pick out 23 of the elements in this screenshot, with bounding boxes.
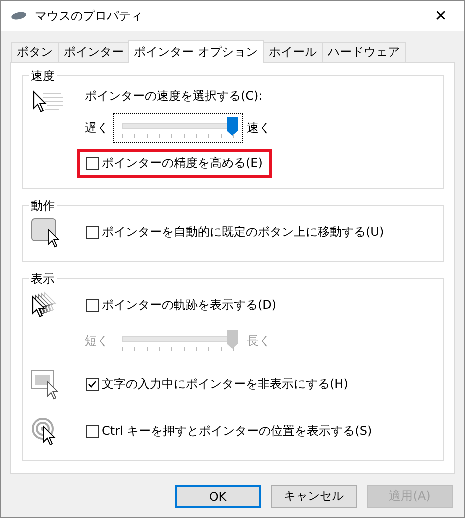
- dialog-button[interactable]: OK: [175, 485, 261, 508]
- speed-label: ポインターの速度を選択する(C):: [85, 88, 264, 105]
- slider-min-label: 遅く: [85, 120, 109, 136]
- slider[interactable]: [113, 113, 243, 143]
- checkbox[interactable]: ポインターの軌跡を表示する(D): [86, 297, 277, 314]
- slider-max-label: 長く: [247, 332, 271, 350]
- group-legend: 動作: [29, 198, 57, 215]
- checkbox[interactable]: ポインターの精度を高める(E): [86, 155, 263, 172]
- checkmark-icon: [88, 380, 97, 389]
- checkbox[interactable]: ポインターを自動的に既定のボタン上に移動する(U): [86, 224, 384, 241]
- group-legend: 表示: [29, 271, 57, 288]
- tab[interactable]: ポインター オプション: [128, 40, 264, 63]
- checkbox[interactable]: Ctrl キーを押すとポインターの位置を表示する(S): [86, 423, 372, 440]
- tab[interactable]: ボタン: [11, 42, 59, 62]
- slider-max-label: 速く: [247, 120, 271, 136]
- mouse-icon: [11, 11, 27, 21]
- dialog-button[interactable]: キャンセル: [271, 485, 357, 508]
- checkbox[interactable]: 文字の入力中にポインターを非表示にする(H): [86, 376, 348, 393]
- tab[interactable]: ハードウェア: [322, 42, 406, 62]
- slider-thumb[interactable]: [227, 117, 238, 136]
- window-title: マウスのプロパティ: [35, 8, 144, 24]
- slider-min-label: 短く: [85, 332, 109, 350]
- close-button[interactable]: ✕: [418, 1, 464, 31]
